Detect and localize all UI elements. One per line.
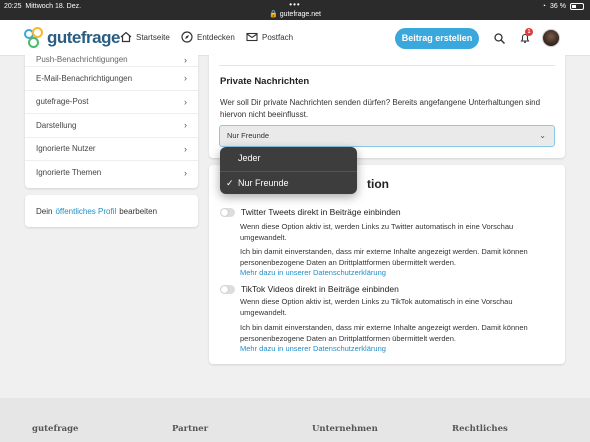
multitask-dots[interactable]: ••• [0,0,590,9]
option-jeder[interactable]: Jeder [220,147,357,171]
sidebar-item-ignored-topics[interactable]: Ignorierte Themen › [25,161,198,185]
chevron-right-icon: › [184,120,187,131]
logo-bubbles-icon [24,27,44,49]
toggle-label: TikTok Videos direkt in Beiträge einbind… [241,284,399,294]
select-popover: Jeder ✓ Nur Freunde [220,147,357,194]
section-title: Private Nachrichten [220,76,310,87]
site-footer: gutefrage Partner Unternehmen Rechtliche… [0,398,590,442]
tiktok-toggle[interactable] [220,284,235,294]
privacy-link[interactable]: Mehr dazu in unserer Datenschutzerklärun… [240,344,386,353]
battery-icon [570,3,584,10]
footer-col-gutefrage: gutefrage [32,424,79,434]
section-title: tion [367,177,389,191]
sidebar-item-email[interactable]: E-Mail-Benachrichtigungen › [25,67,198,91]
nav-entdecken[interactable]: Entdecken [181,31,235,43]
notification-badge: 1 [525,28,533,36]
nav-postfach[interactable]: Postfach [246,31,293,43]
private-messages-card: Private Nachrichten Wer soll Dir private… [209,55,565,158]
chevron-right-icon: › [184,167,187,178]
divider [219,65,555,66]
nav-label: Entdecken [197,32,235,42]
tiktok-description: Wenn diese Option aktiv ist, werden Link… [240,297,513,317]
chevron-down-icon: ⌄ [539,131,546,140]
twitter-consent: Ich bin damit einverstanden, dass mir ex… [240,247,528,267]
sidebar-item-label: Push-Benachrichtigungen [36,55,128,64]
sidebar-item-post[interactable]: gutefrage-Post › [25,91,198,114]
nav-startseite[interactable]: Startseite [120,31,170,43]
compass-icon [181,31,193,43]
checkmark-icon: ✓ [226,177,234,188]
sidebar-item-darstellung[interactable]: Darstellung › [25,114,198,138]
profile-edit-box: Dein öffentliches Profil bearbeiten [25,195,198,227]
twitter-toggle-row[interactable]: Twitter Tweets direkt in Beiträge einbin… [220,207,401,217]
footer-col-unternehmen: Unternehmen [312,424,378,434]
sidebar-item-push[interactable]: Push-Benachrichtigungen › [25,55,198,67]
nav-label: Startseite [136,32,170,42]
twitter-description: Wenn diese Option aktiv ist, werden Link… [240,222,514,242]
chevron-right-icon: › [184,55,187,65]
section-description: Wer soll Dir private Nachrichten senden … [220,98,541,119]
sidebar-item-label: Darstellung [36,120,77,130]
status-bar: 20:25 Mittwoch 18. Dez. ••• 🔒 gutefrage.… [0,0,590,20]
private-messages-select[interactable]: Nur Freunde ⌄ [219,125,555,147]
logo-text: gutefrage [47,28,120,47]
chevron-right-icon: › [184,73,187,84]
settings-menu: Push-Benachrichtigungen › E-Mail-Benachri… [25,55,198,188]
privacy-link[interactable]: Mehr dazu in unserer Datenschutzerklärun… [240,268,386,277]
sidebar-item-ignored-users[interactable]: Ignorierte Nutzer › [25,138,198,161]
toggle-label: Twitter Tweets direkt in Beiträge einbin… [241,207,401,217]
wifi-icon: ◔ [541,3,547,10]
nav-label: Postfach [262,32,294,42]
avatar[interactable] [542,29,560,47]
site-header: gutefrage Startseite Entdecken Postfach … [0,20,590,56]
sidebar-item-label: gutefrage-Post [36,97,89,107]
logo[interactable]: gutefrage [24,27,120,49]
sidebar-item-label: E-Mail-Benachrichtigungen [36,73,133,83]
footer-col-rechtliches: Rechtliches [452,424,508,434]
tiktok-toggle-row[interactable]: TikTok Videos direkt in Beiträge einbind… [220,284,399,294]
battery-percent: 36 % [550,3,566,10]
embeds-card: tion Twitter Tweets direkt in Beiträge e… [209,165,565,364]
chevron-right-icon: › [184,143,187,154]
home-icon [120,31,132,43]
option-nur-freunde[interactable]: ✓ Nur Freunde [220,170,357,195]
option-label: Nur Freunde [238,177,289,188]
footer-col-partner: Partner [172,424,209,434]
post-button[interactable]: Beitrag erstellen [395,28,479,49]
search-icon[interactable] [494,33,505,44]
twitter-toggle[interactable] [220,207,235,217]
mail-icon [246,32,258,42]
status-right: ◔ 36 % [542,3,584,10]
public-profile-link[interactable]: öffentliches Profil [55,207,116,216]
sidebar-item-label: Ignorierte Nutzer [36,144,96,154]
sidebar-item-label: Ignorierte Themen [36,168,102,178]
tiktok-consent: Ich bin damit einverstanden, dass mir ex… [240,323,528,343]
chevron-right-icon: › [184,96,187,107]
select-value: Nur Freunde [227,131,270,140]
profile-prefix: Dein [36,206,53,216]
profile-suffix: bearbeiten [119,206,158,216]
url-bar[interactable]: 🔒 gutefrage.net [0,10,590,18]
